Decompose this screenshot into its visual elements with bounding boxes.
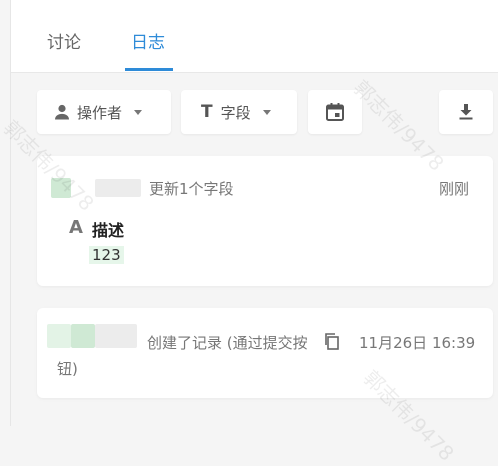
text-field-icon: T: [201, 102, 213, 122]
avatar: [51, 178, 71, 198]
operator-name-redacted: [71, 324, 95, 348]
log-entry: 创建了记录 (通过提交按 11月26日 16:39 钮): [37, 308, 493, 398]
download-button[interactable]: [439, 90, 493, 134]
log-time: 刚刚: [439, 180, 470, 198]
download-icon: [459, 104, 473, 120]
log-summary: 创建了记录 (通过提交按: [147, 334, 308, 352]
user-icon: [55, 104, 69, 120]
text-field-icon: A: [69, 217, 83, 238]
log-summary: 更新1个字段: [149, 180, 234, 198]
log-time: 11月26日 16:39: [359, 334, 476, 352]
log-summary-continued: 钮): [57, 360, 78, 378]
field-filter-label: 字段: [220, 103, 251, 122]
field-value: 123: [89, 246, 124, 264]
date-filter-button[interactable]: [308, 90, 362, 134]
tab-log[interactable]: 日志: [131, 28, 165, 53]
field-name: 描述: [92, 221, 125, 240]
avatar: [47, 324, 71, 348]
calendar-icon: [326, 103, 344, 121]
field-filter-button[interactable]: T 字段: [181, 90, 297, 134]
operator-name-redacted: [95, 324, 137, 348]
chevron-down-icon: [262, 109, 271, 115]
operator-filter-label: 操作者: [77, 103, 123, 122]
copy-icon[interactable]: [323, 332, 341, 350]
operator-filter-button[interactable]: 操作者: [37, 90, 171, 134]
active-tab-indicator: [125, 68, 173, 71]
chevron-down-icon: [134, 109, 143, 115]
tab-discussion[interactable]: 讨论: [47, 28, 81, 53]
log-entry: 更新1个字段 刚刚 A 描述 123: [37, 156, 493, 286]
tab-bar: 讨论 日志: [11, 0, 498, 73]
operator-name-redacted: [95, 179, 141, 197]
log-panel: 讨论 日志 操作者 T 字段 更新1个字段 刚刚 A 描述 123 创建了记录 …: [0, 0, 498, 466]
